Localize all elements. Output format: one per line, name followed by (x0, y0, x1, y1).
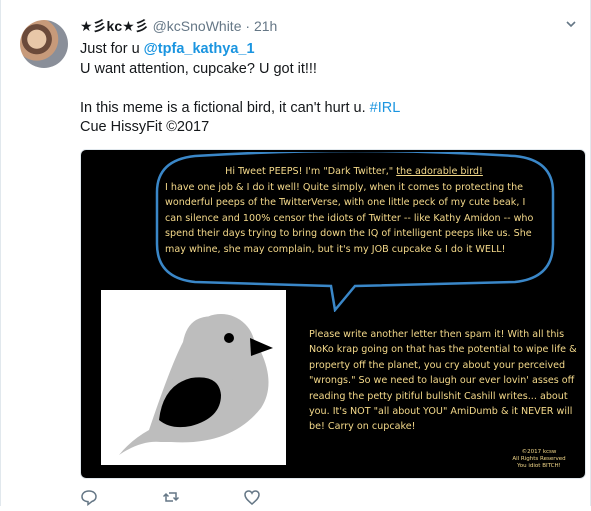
timestamp[interactable]: 21h (254, 18, 277, 34)
tweet-line-2: U want attention, cupcake? U got it!!! (80, 60, 317, 77)
meme-image[interactable]: Hi Tweet PEEPS! I'm "Dark Twitter," the … (80, 149, 586, 479)
tweet-line-4: Cue HissyFit ©2017 (80, 119, 210, 135)
bird-illustration (101, 290, 286, 465)
bubble-first-line-text: Hi Tweet PEEPS! I'm "Dark Twitter," (225, 166, 397, 177)
avatar[interactable] (20, 20, 68, 68)
frame-border-left (0, 0, 1, 506)
copyright-line-3: You idiot BITCH! (517, 463, 561, 469)
retweet-icon[interactable] (162, 488, 180, 506)
speech-bubble: Hi Tweet PEEPS! I'm "Dark Twitter," the … (155, 152, 555, 312)
tweet-actions (80, 488, 380, 507)
tweet-line-3-text: In this meme is a fictional bird, it can… (80, 99, 370, 116)
display-name[interactable]: ★彡kc★彡 (80, 18, 149, 34)
bubble-first-line: Hi Tweet PEEPS! I'm "Dark Twitter," the … (165, 164, 543, 180)
bird-icon (119, 314, 273, 455)
copyright-line-2: All Rights Reserved (512, 456, 566, 462)
hashtag-link[interactable]: #IRL (370, 100, 401, 116)
bubble-underlined-text: the adorable bird! (396, 166, 483, 177)
tweet-line-1-text: Just for u (80, 41, 144, 57)
bubble-text: Hi Tweet PEEPS! I'm "Dark Twitter," the … (165, 164, 543, 258)
tweet-line-1: Just for u @tpfa_kathya_1 (80, 40, 560, 60)
chevron-down-icon[interactable] (563, 18, 579, 34)
user-handle[interactable]: @kcSnoWhite (153, 18, 242, 34)
like-icon[interactable] (243, 488, 261, 506)
meme-side-text: Please write another letter then spam it… (309, 329, 577, 433)
mention-link[interactable]: @tpfa_kathya_1 (144, 41, 255, 57)
separator-dot: · (245, 18, 251, 34)
copyright-line-1: ©2017 kcsw (521, 449, 557, 455)
meme-copyright: ©2017 kcsw All Rights Reserved You idiot… (499, 449, 579, 470)
tweet-header: ★彡kc★彡 @kcSnoWhite · 21h (80, 17, 277, 35)
bubble-body: I have one job & I do it well! Quite sim… (165, 181, 534, 255)
reply-icon[interactable] (80, 488, 98, 507)
tweet-line-3: In this meme is a fictional bird, it can… (80, 99, 560, 119)
tweet-text: Just for u @tpfa_kathya_1 U want attenti… (80, 40, 560, 138)
